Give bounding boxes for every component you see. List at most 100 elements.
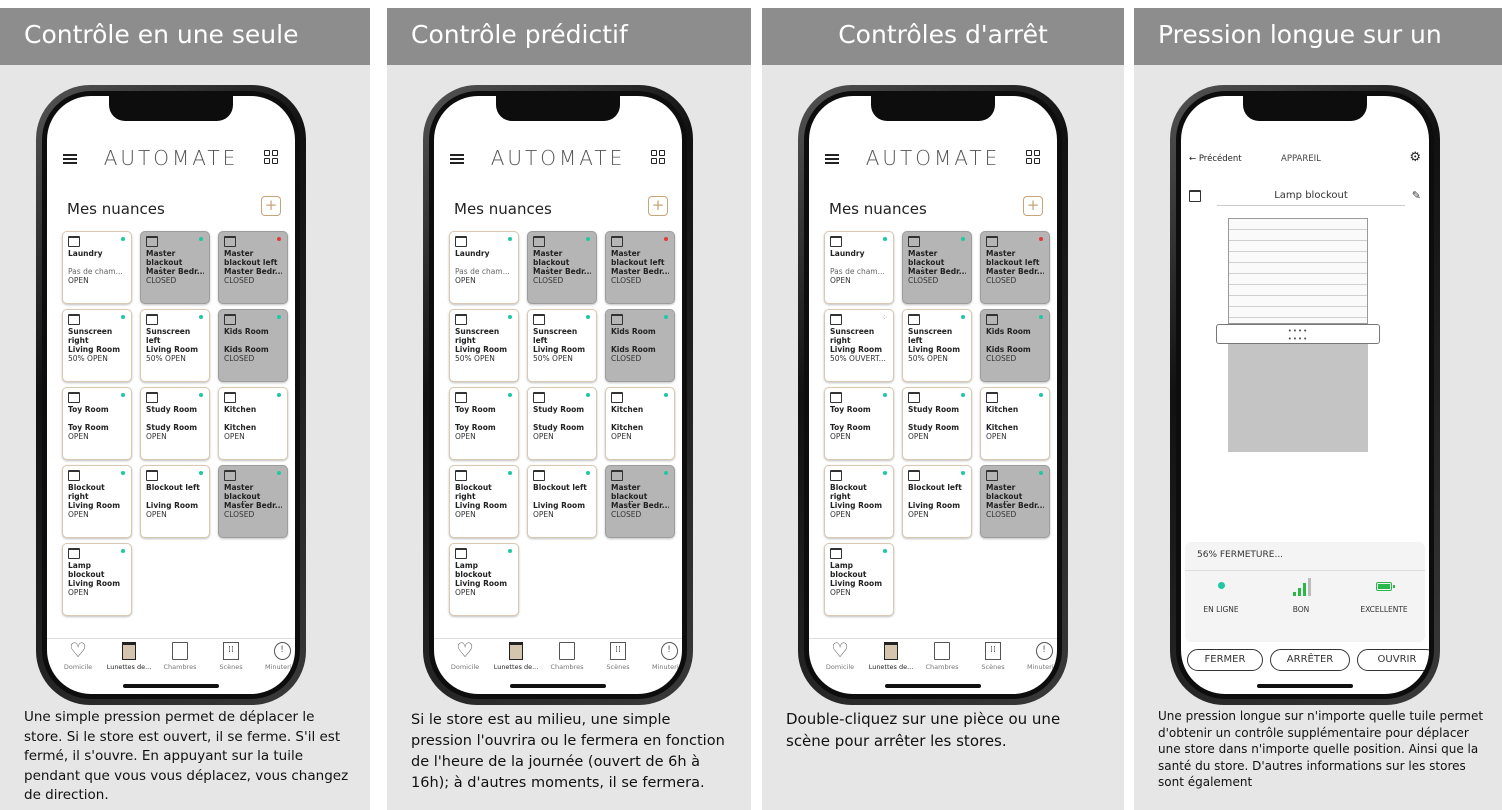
- app-header: AUTOMATE: [823, 144, 1043, 174]
- add-shade-button[interactable]: +: [261, 196, 281, 216]
- home-indicator: [123, 684, 219, 688]
- tile-status: OPEN: [986, 432, 1007, 441]
- shade-tile[interactable]: Study Room Study Room OPEN: [527, 387, 597, 460]
- status-dot-icon: [277, 315, 281, 319]
- shade-tile[interactable]: Kids Room Kids Room CLOSED: [218, 309, 288, 382]
- shade-tile[interactable]: Blockout left Living Room OPEN: [902, 465, 972, 538]
- shade-tile[interactable]: ⁘ Sunscreen right Living Room 50% OUVERT...: [824, 309, 894, 382]
- close-button[interactable]: FERMER: [1187, 649, 1263, 671]
- tile-status: 50% OPEN: [908, 354, 948, 363]
- shade-tile[interactable]: Blockout right Living Room OPEN: [824, 465, 894, 538]
- blind-slider[interactable]: •••• ••••: [1216, 218, 1380, 452]
- edit-pencil-icon[interactable]: ✎: [1412, 189, 1421, 202]
- status-dot-icon: [586, 471, 590, 475]
- tab-shade[interactable]: Lunettes de...: [864, 642, 918, 671]
- shade-icon: [830, 236, 842, 247]
- tile-room: Pas de cham...: [455, 268, 510, 276]
- shade-tile[interactable]: Toy Room Toy Room OPEN: [62, 387, 132, 460]
- blind-handle[interactable]: •••• ••••: [1216, 324, 1380, 344]
- tile-name: Master blackout small: [611, 484, 648, 502]
- tile-room: Master Bedr...: [611, 268, 669, 276]
- shade-tile[interactable]: Sunscreen right Living Room 50% OPEN: [62, 309, 132, 382]
- device-action-buttons: FERMER ARRÊTER OUVRIR: [1187, 649, 1429, 671]
- shade-tile[interactable]: Lamp blockout Living Room OPEN: [824, 543, 894, 616]
- shade-tile[interactable]: Sunscreen left Living Room 50% OPEN: [140, 309, 210, 382]
- device-name-field[interactable]: Lamp blockout: [1217, 190, 1405, 206]
- shade-tile[interactable]: Sunscreen right Living Room 50% OPEN: [449, 309, 519, 382]
- tile-name: Kids Room: [986, 328, 1031, 336]
- back-button[interactable]: ← Précédent: [1189, 154, 1242, 164]
- shade-tile[interactable]: Master blackout bed...Master Bedr...CLOS…: [902, 231, 972, 304]
- status-dot-icon: [586, 315, 590, 319]
- shade-tile[interactable]: Master blackout bed...Master Bedr...CLOS…: [527, 231, 597, 304]
- add-shade-button[interactable]: +: [1023, 196, 1043, 216]
- tab-scenes[interactable]: ⁞⁞ Scènes: [966, 642, 1020, 671]
- tile-room: Living Room: [455, 580, 508, 588]
- shade-icon: [455, 548, 467, 559]
- tab-heart[interactable]: ♡ Domicile: [51, 640, 105, 671]
- shade-tile[interactable]: Laundry Pas de cham... OPEN: [449, 231, 519, 304]
- shade-tile[interactable]: Lamp blockout Living Room OPEN: [62, 543, 132, 616]
- shade-icon: [908, 392, 920, 403]
- shade-tile[interactable]: Kids Room Kids Room CLOSED: [980, 309, 1050, 382]
- tab-scenes[interactable]: ⁞⁞ Scènes: [204, 642, 258, 671]
- shade-tile[interactable]: Kitchen Kitchen OPEN: [980, 387, 1050, 460]
- shade-icon: [533, 392, 545, 403]
- open-button[interactable]: OUVRIR: [1357, 649, 1429, 671]
- tile-room: Living Room: [455, 346, 508, 354]
- shade-tile[interactable]: Blockout left Living Room OPEN: [140, 465, 210, 538]
- tab-timer[interactable]: !Minuteries: [642, 642, 682, 671]
- app-header: AUTOMATE: [61, 144, 281, 174]
- shade-tile[interactable]: Blockout right Living Room OPEN: [449, 465, 519, 538]
- tab-shade[interactable]: Lunettes de...: [102, 642, 156, 671]
- shade-tile[interactable]: Lamp blockout Living Room OPEN: [449, 543, 519, 616]
- shade-tile[interactable]: Master blackout left Master Bedr... CLOSED: [980, 231, 1050, 304]
- shade-icon: [455, 314, 467, 325]
- shade-tile[interactable]: Laundry Pas de cham... OPEN: [62, 231, 132, 304]
- shade-tile[interactable]: Master blackout left Master Bedr... CLOSED: [218, 231, 288, 304]
- tab-rooms[interactable]: Chambres: [153, 642, 207, 671]
- shade-tile[interactable]: Sunscreen left Living Room 50% OPEN: [527, 309, 597, 382]
- tile-name: Blockout left: [908, 484, 962, 492]
- shade-tile[interactable]: Study Room Study Room OPEN: [140, 387, 210, 460]
- status-dot-icon: [961, 393, 965, 397]
- shade-tile[interactable]: Master blackout smallMaster Bedr...CLOSE…: [218, 465, 288, 538]
- shade-tile[interactable]: Master blackout left Master Bedr... CLOSED: [605, 231, 675, 304]
- tile-room: Toy Room: [830, 424, 871, 432]
- grid-view-icon[interactable]: [651, 150, 666, 165]
- shade-icon: [611, 470, 623, 481]
- shade-tile[interactable]: Sunscreen left Living Room 50% OPEN: [902, 309, 972, 382]
- shade-tile[interactable]: Toy Room Toy Room OPEN: [449, 387, 519, 460]
- shade-tile[interactable]: Kitchen Kitchen OPEN: [218, 387, 288, 460]
- tab-scenes[interactable]: ⁞⁞ Scènes: [591, 642, 645, 671]
- shade-tile[interactable]: Blockout right Living Room OPEN: [62, 465, 132, 538]
- shade-tile[interactable]: Kitchen Kitchen OPEN: [605, 387, 675, 460]
- tab-timer[interactable]: !Minuteries: [1017, 642, 1057, 671]
- shade-tile[interactable]: Master blackout bed...Master Bedr...CLOS…: [140, 231, 210, 304]
- grid-view-icon[interactable]: [1026, 150, 1041, 165]
- tab-shade[interactable]: Lunettes de...: [489, 642, 543, 671]
- settings-gear-icon[interactable]: ⚙: [1409, 150, 1421, 165]
- stop-button[interactable]: ARRÊTER: [1270, 649, 1350, 671]
- tab-timer[interactable]: !Minuteries: [255, 642, 295, 671]
- add-shade-button[interactable]: +: [648, 196, 668, 216]
- tab-rooms[interactable]: Chambres: [540, 642, 594, 671]
- shade-tile[interactable]: Laundry Pas de cham... OPEN: [824, 231, 894, 304]
- tab-heart[interactable]: ♡ Domicile: [813, 640, 867, 671]
- shade-tile[interactable]: Master blackout smallMaster Bedr...CLOSE…: [980, 465, 1050, 538]
- shade-tile[interactable]: Study Room Study Room OPEN: [902, 387, 972, 460]
- tab-heart[interactable]: ♡ Domicile: [438, 640, 492, 671]
- tile-name: Master blackout small: [224, 484, 261, 502]
- scenes-icon: ⁞⁞: [223, 642, 239, 660]
- shade-tile[interactable]: Blockout left Living Room OPEN: [527, 465, 597, 538]
- tile-room: Living Room: [146, 346, 199, 354]
- shade-icon: [68, 314, 80, 325]
- status-dot-icon: [199, 237, 203, 241]
- tile-name: Lamp blockout: [68, 562, 105, 579]
- grid-view-icon[interactable]: [264, 150, 279, 165]
- phone-mockup: AUTOMATE Mes nuances + Laundry Pas de cham..…: [423, 85, 693, 705]
- tab-rooms[interactable]: Chambres: [915, 642, 969, 671]
- shade-tile[interactable]: Kids Room Kids Room CLOSED: [605, 309, 675, 382]
- shade-tile[interactable]: Toy Room Toy Room OPEN: [824, 387, 894, 460]
- shade-tile[interactable]: Master blackout smallMaster Bedr...CLOSE…: [605, 465, 675, 538]
